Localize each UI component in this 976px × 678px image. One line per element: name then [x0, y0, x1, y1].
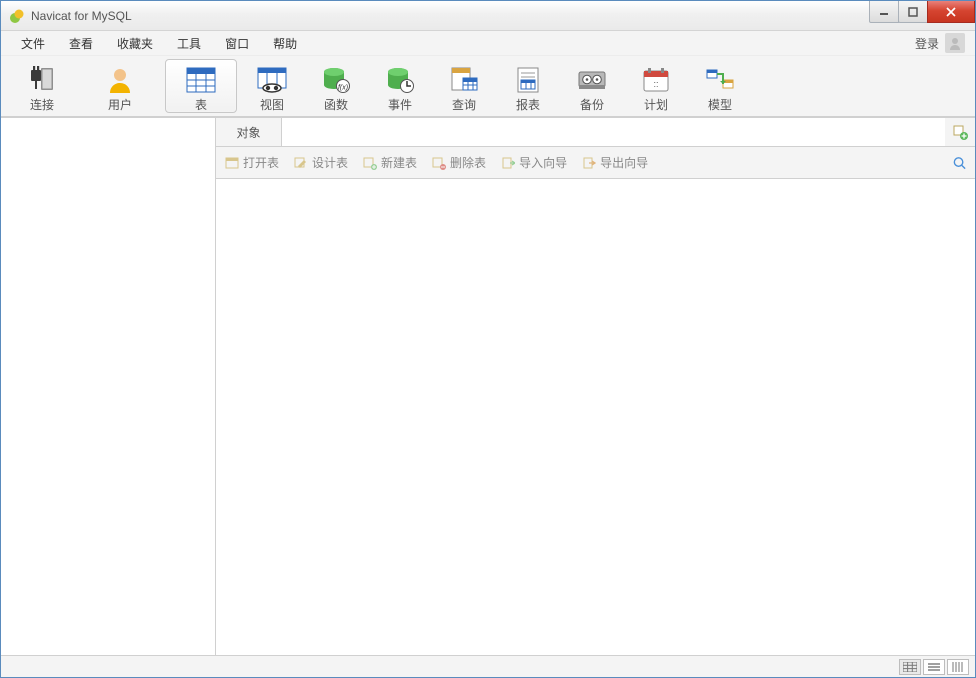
backup-icon — [577, 63, 607, 97]
toolbar-event[interactable]: 事件 — [377, 59, 423, 113]
toolbar-table[interactable]: 表 — [165, 59, 237, 113]
connection-icon — [27, 63, 57, 97]
menu-file[interactable]: 文件 — [9, 32, 57, 55]
toolbar-schedule[interactable]: :: 计划 — [633, 59, 679, 113]
toolbar-connection[interactable]: 连接 — [19, 59, 97, 113]
export-icon — [581, 155, 596, 170]
export-wizard-label: 导出向导 — [600, 154, 648, 171]
menubar: 文件 查看 收藏夹 工具 窗口 帮助 登录 — [1, 31, 975, 55]
menu-window[interactable]: 窗口 — [213, 32, 261, 55]
toolbar-user-label: 用户 — [108, 99, 132, 111]
view-icon — [257, 63, 287, 97]
statusbar — [1, 655, 975, 677]
toolbar-function[interactable]: f(x) 函数 — [313, 59, 359, 113]
connection-tree[interactable] — [1, 117, 215, 655]
toolbar-model-label: 模型 — [708, 99, 732, 111]
new-table-label: 新建表 — [381, 154, 417, 171]
svg-text:::: :: — [653, 79, 658, 89]
app-window: Navicat for MySQL 文件 查看 收藏夹 工具 窗口 帮助 登录 — [0, 0, 976, 678]
schedule-icon: :: — [642, 63, 670, 97]
toolbar-view[interactable]: 视图 — [249, 59, 295, 113]
window-minimize-button[interactable] — [869, 1, 899, 23]
toolbar-function-label: 函数 — [324, 99, 348, 111]
menu-favorites[interactable]: 收藏夹 — [105, 32, 165, 55]
tab-objects[interactable]: 对象 — [216, 117, 282, 147]
toolbar-table-label: 表 — [195, 99, 207, 111]
toolbar-query-label: 查询 — [452, 99, 476, 111]
table-icon — [186, 63, 216, 97]
toolbar-model[interactable]: 模型 — [697, 59, 743, 113]
new-table-button[interactable]: 新建表 — [362, 154, 417, 171]
delete-table-icon — [431, 155, 446, 170]
open-table-button[interactable]: 打开表 — [224, 154, 279, 171]
toolbar-connection-label: 连接 — [30, 99, 54, 111]
tab-objects-label: 对象 — [236, 124, 260, 141]
design-table-label: 设计表 — [312, 154, 348, 171]
toolbar-backup[interactable]: 备份 — [569, 59, 615, 113]
open-table-label: 打开表 — [243, 154, 279, 171]
toolbar-report-label: 报表 — [516, 99, 540, 111]
main-toolbar: 连接 用户 — [1, 55, 975, 117]
toolbar-report[interactable]: 报表 — [505, 59, 551, 113]
toolbar-user[interactable]: 用户 — [97, 59, 143, 113]
object-toolbar: 打开表 设计表 新建表 — [215, 147, 975, 179]
search-icon[interactable] — [952, 155, 967, 170]
toolbar-schedule-label: 计划 — [644, 99, 668, 111]
object-list-area[interactable] — [215, 179, 975, 655]
report-icon — [515, 63, 541, 97]
menu-tools[interactable]: 工具 — [165, 32, 213, 55]
model-icon — [705, 63, 735, 97]
import-icon — [500, 155, 515, 170]
window-maximize-button[interactable] — [898, 1, 928, 23]
window-close-button[interactable] — [927, 1, 975, 23]
import-wizard-label: 导入向导 — [519, 154, 567, 171]
view-mode-grid[interactable] — [947, 659, 969, 675]
toolbar-connection-dropdown[interactable] — [83, 63, 97, 113]
toolbar-query[interactable]: 查询 — [441, 59, 487, 113]
query-icon — [449, 63, 479, 97]
login-label: 登录 — [915, 35, 939, 52]
body-split: 对象 打开表 — [1, 117, 975, 655]
event-icon — [386, 63, 414, 97]
right-pane: 对象 打开表 — [215, 117, 975, 655]
open-table-icon — [224, 155, 239, 170]
toolbar-event-label: 事件 — [388, 99, 412, 111]
titlebar: Navicat for MySQL — [1, 1, 975, 31]
delete-table-button[interactable]: 删除表 — [431, 154, 486, 171]
navicat-icon — [9, 8, 25, 24]
toolbar-view-label: 视图 — [260, 99, 284, 111]
object-tab-row: 对象 — [215, 117, 975, 147]
delete-table-label: 删除表 — [450, 154, 486, 171]
view-mode-details[interactable] — [899, 659, 921, 675]
menu-help[interactable]: 帮助 — [261, 32, 309, 55]
export-wizard-button[interactable]: 导出向导 — [581, 154, 648, 171]
tab-blank-area — [282, 117, 945, 147]
avatar-icon — [945, 33, 965, 53]
menu-view[interactable]: 查看 — [57, 32, 105, 55]
window-title: Navicat for MySQL — [31, 9, 132, 23]
svg-text:f(x): f(x) — [338, 85, 348, 92]
user-icon — [106, 63, 134, 97]
new-tab-button[interactable] — [945, 117, 975, 147]
design-table-button[interactable]: 设计表 — [293, 154, 348, 171]
import-wizard-button[interactable]: 导入向导 — [500, 154, 567, 171]
new-table-icon — [362, 155, 377, 170]
toolbar-backup-label: 备份 — [580, 99, 604, 111]
view-mode-list[interactable] — [923, 659, 945, 675]
login-area[interactable]: 登录 — [915, 33, 967, 53]
function-icon: f(x) — [322, 63, 350, 97]
window-controls — [870, 1, 975, 23]
design-table-icon — [293, 155, 308, 170]
